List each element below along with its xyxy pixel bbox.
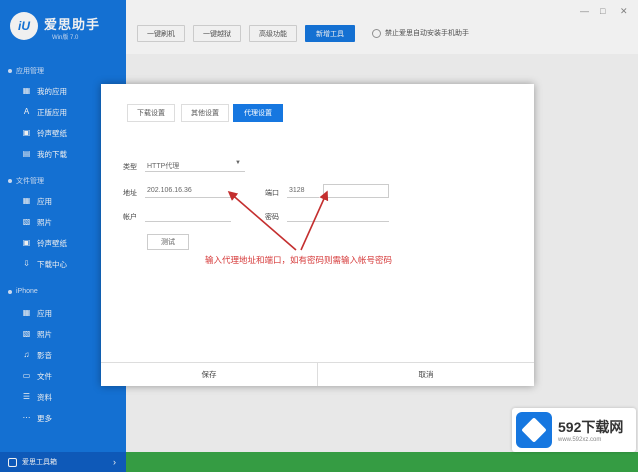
cube-icon	[516, 412, 552, 448]
save-button[interactable]: 保存	[101, 363, 317, 386]
watermark-logo: 592下载网 www.592xz.com	[512, 408, 636, 452]
arrow-to-port	[300, 190, 329, 251]
settings-dialog: 下载设置 其他设置 代理设置 类型 HTTP代理 ▼ 地址 202.106.16…	[101, 84, 534, 386]
annotation-arrows	[227, 190, 329, 251]
arrow-to-address	[227, 190, 297, 251]
dialog-footer: 保存 取消	[101, 362, 534, 386]
cancel-button[interactable]: 取消	[317, 363, 534, 386]
